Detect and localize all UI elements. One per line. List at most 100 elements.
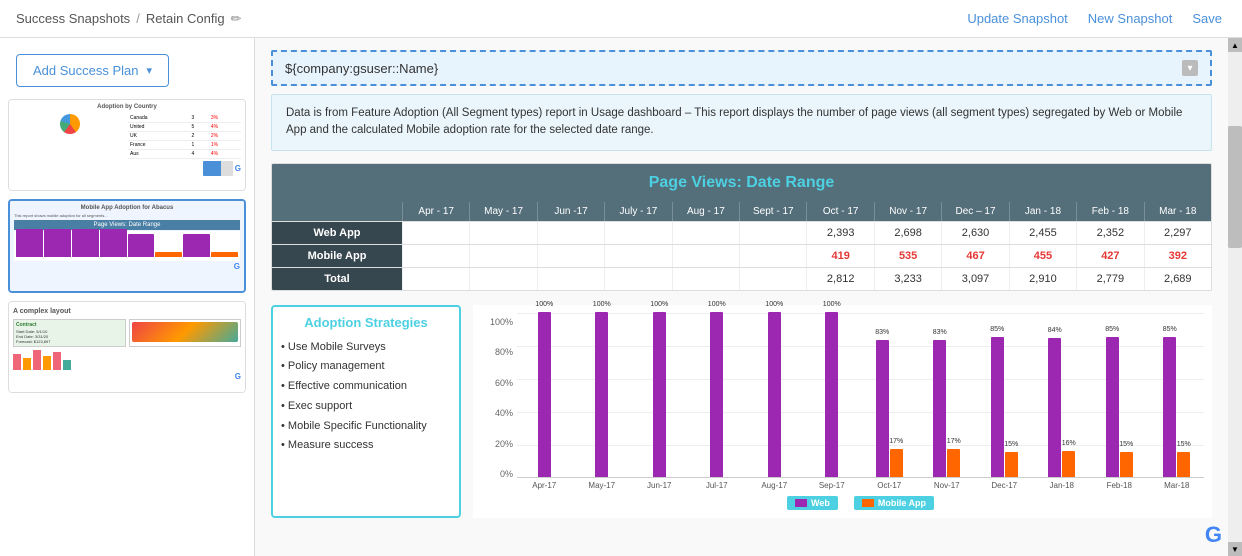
cell-total-oct17: 2,812: [806, 268, 873, 290]
cell-total-nov17: 3,233: [874, 268, 941, 290]
row-label-mobileapp: Mobile App: [272, 245, 402, 267]
x-label-jul17: Jul-17: [690, 481, 745, 490]
thumb-10-title: A complex layout: [13, 308, 241, 315]
bar-purple-jul17: 100%: [710, 312, 723, 477]
bar-orange-nov17: 17%: [947, 449, 960, 477]
gridline-60: [517, 379, 1204, 380]
col-may17: May - 17: [469, 202, 536, 221]
strategy-item-6: Measure success: [281, 436, 451, 456]
breadcrumb-part1[interactable]: Success Snapshots: [16, 11, 130, 26]
bar-orange-oct17: 17%: [890, 449, 903, 477]
info-box: Data is from Feature Adoption (All Segme…: [271, 94, 1212, 151]
scroll-track[interactable]: [1228, 52, 1242, 542]
y-label-60: 60%: [495, 378, 513, 388]
bar-purple-feb18: 85%: [1106, 337, 1119, 477]
bar-label-orange-oct17: 17%: [889, 438, 903, 445]
collapse-button[interactable]: ▾: [1182, 60, 1198, 76]
info-text: Data is from Feature Adoption (All Segme…: [286, 107, 1182, 136]
cell-webapp-dec17: 2,630: [941, 222, 1008, 244]
cell-total-may17: [469, 268, 536, 290]
strategy-item-1: Use Mobile Surveys: [281, 338, 451, 358]
bar-pair-dec17: 85% 15%: [991, 312, 1018, 477]
x-label-apr17: Apr-17: [517, 481, 572, 490]
col-mar18: Mar - 18: [1144, 202, 1211, 221]
col-oct17: Oct - 17: [806, 202, 873, 221]
bar-purple-aug17: 100%: [768, 312, 781, 477]
bar-pair-oct17: 83% 17%: [876, 312, 903, 477]
scroll-thumb[interactable]: [1228, 126, 1242, 249]
y-label-80: 80%: [495, 347, 513, 357]
chart-legend: Web Mobile App: [517, 496, 1204, 510]
bar-label-purple-may17: 100%: [593, 301, 611, 308]
pv-title: Page Views: Date Range: [272, 164, 1211, 202]
sidebar-item-9[interactable]: 9 Mobile App Adoption for Abacus This re…: [8, 199, 246, 293]
bar-label-orange-nov17: 17%: [947, 438, 961, 445]
bar-pair-nov17: 83% 17%: [933, 312, 960, 477]
cell-webapp-may17: [469, 222, 536, 244]
bar-orange-jan18: 16%: [1062, 451, 1075, 477]
breadcrumb-part2: Retain Config: [146, 11, 225, 26]
right-scrollbar[interactable]: ▲ ▼: [1228, 38, 1242, 556]
nav-actions: Update Snapshot New Snapshot Save: [963, 9, 1226, 28]
cell-mobile-apr17: [402, 245, 469, 267]
table-row-mobileapp: Mobile App 419 535 467 455 427 392: [272, 244, 1211, 267]
scroll-down-arrow[interactable]: ▼: [1228, 542, 1242, 556]
bottom-section: Adoption Strategies Use Mobile Surveys P…: [271, 305, 1212, 518]
cell-total-dec17: 3,097: [941, 268, 1008, 290]
bar-pair-feb18: 85% 15%: [1106, 312, 1133, 477]
token-field[interactable]: ${company:gsuser::Name} ▾: [271, 50, 1212, 86]
update-snapshot-button[interactable]: Update Snapshot: [963, 9, 1071, 28]
x-axis-labels: Apr-17 May-17 Jun-17 Jul-17 Aug-17 Sep-1…: [517, 481, 1204, 490]
bar-label-purple-sep17: 100%: [823, 301, 841, 308]
bar-group-aug17: 100%: [747, 312, 802, 477]
breadcrumb: Success Snapshots / Retain Config ✏: [16, 11, 242, 27]
col-feb18: Feb - 18: [1076, 202, 1143, 221]
thumbnail-9: Mobile App Adoption for Abacus This repo…: [10, 201, 244, 291]
bar-group-jan18: 84% 16%: [1035, 312, 1090, 477]
bar-purple-jan18: 84%: [1048, 338, 1061, 477]
row-label-webapp: Web App: [272, 222, 402, 244]
new-snapshot-button[interactable]: New Snapshot: [1084, 9, 1177, 28]
main-content: ${company:gsuser::Name} ▾ Data is from F…: [255, 38, 1228, 556]
col-jul17: July - 17: [604, 202, 671, 221]
bar-group-jun17: 100%: [632, 312, 687, 477]
cell-webapp-feb18: 2,352: [1076, 222, 1143, 244]
pv-col-headers: Apr - 17 May - 17 Jun -17 July - 17 Aug …: [272, 202, 1211, 221]
cell-total-jun17: [537, 268, 604, 290]
bar-groups-container: 100% 100%: [517, 313, 1204, 478]
x-label-feb18: Feb-18: [1092, 481, 1147, 490]
bar-group-nov17: 83% 17%: [920, 312, 975, 477]
cell-mobile-nov17: 535: [874, 245, 941, 267]
bar-group-dec17: 85% 15%: [977, 312, 1032, 477]
add-success-plan-button[interactable]: Add Success Plan ▾: [16, 54, 169, 87]
sidebar-item-10[interactable]: 10 A complex layout Contract Start Date:…: [8, 301, 246, 393]
x-label-oct17: Oct-17: [862, 481, 917, 490]
bar-label-purple-apr17: 100%: [535, 301, 553, 308]
bar-group-feb18: 85% 15%: [1092, 312, 1147, 477]
col-apr17: Apr - 17: [402, 202, 469, 221]
bar-chart-area: 100% 80% 60% 40% 20% 0%: [473, 305, 1212, 518]
edit-icon[interactable]: ✏: [231, 11, 242, 27]
row-label-total: Total: [272, 268, 402, 290]
cell-webapp-jun17: [537, 222, 604, 244]
cell-webapp-nov17: 2,698: [874, 222, 941, 244]
cell-mobile-dec17: 467: [941, 245, 1008, 267]
cell-webapp-apr17: [402, 222, 469, 244]
bar-group-mar18: 85% 15%: [1150, 312, 1205, 477]
strategy-item-4: Exec support: [281, 397, 451, 417]
strategy-item-3: Effective communication: [281, 377, 451, 397]
x-label-may17: May-17: [575, 481, 630, 490]
bar-orange-mar18: 15%: [1177, 452, 1190, 477]
bar-chart-inner: 100% 100%: [517, 313, 1204, 510]
table-row-webapp: Web App 2,393 2,698 2,630 2,455 2,352 2,…: [272, 221, 1211, 244]
bar-orange-dec17: 15%: [1005, 452, 1018, 477]
legend-label-mobile: Mobile App: [878, 498, 926, 508]
y-label-100: 100%: [490, 317, 513, 327]
scroll-up-arrow[interactable]: ▲: [1228, 38, 1242, 52]
bar-label-orange-feb18: 15%: [1119, 441, 1133, 448]
sidebar-item-8[interactable]: 8 Adoption by Country Canada33% United54…: [8, 99, 246, 191]
thumbnail-8: Adoption by Country Canada33% United54% …: [9, 100, 245, 190]
save-button[interactable]: Save: [1188, 9, 1226, 28]
breadcrumb-separator: /: [136, 11, 140, 26]
cell-total-jan18: 2,910: [1009, 268, 1076, 290]
